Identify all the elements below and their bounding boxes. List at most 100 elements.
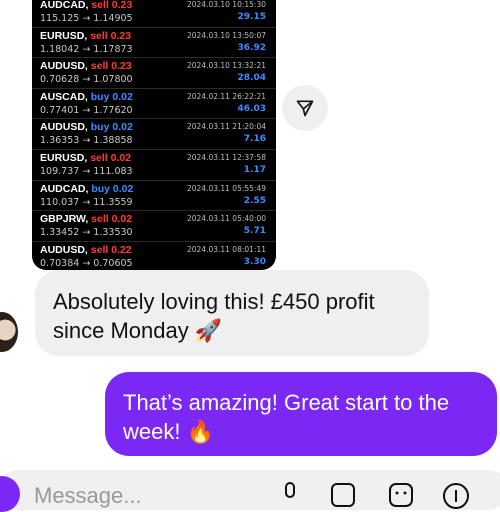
trade-prices: 110.037 → 11.3559 (40, 197, 133, 208)
close-price: 1.17873 (93, 43, 133, 55)
trade-action: sell 0.23 (91, 0, 133, 11)
trade-row: AUDCAD, buy 0.02 110.037 → 11.3559 2024.03… (32, 180, 276, 212)
arrow-icon: → (79, 257, 94, 269)
trade-prices: 109.737 → 111.083 (40, 166, 133, 177)
trade-prices: 0.77401 → 1.77620 (40, 105, 133, 116)
trade-action: sell 0.02 (90, 152, 132, 164)
close-price: 11.3559 (93, 196, 133, 208)
open-price: 1.36353 (40, 135, 80, 147)
trade-action: sell 0.23 (90, 29, 132, 42)
trade-timestamp: 2024.03.11 05:40:00 (186, 214, 266, 224)
trade-pair-symbol: AUDCAD (40, 0, 86, 11)
trade-pair: AUDCAD, sell 0.23 (40, 0, 132, 11)
arrow-icon: → (79, 13, 94, 24)
close-price: 0.70605 (93, 257, 133, 269)
trade-prices: 0.70384 → 0.70605 (40, 258, 133, 269)
open-price: 0.70628 (40, 74, 80, 86)
message-composer (0, 470, 500, 512)
trade-action: buy 0.02 (90, 90, 133, 103)
trade-timestamp: 2024.03.10 13:32:21 (186, 61, 266, 71)
outgoing-message-bubble[interactable]: That’s amazing! Great start to the week!… (105, 372, 497, 456)
close-price: 1.33530 (93, 227, 133, 239)
close-price: 1.14905 (93, 13, 133, 24)
trade-pair-symbol: EURUSD (40, 29, 85, 42)
sticker-icon[interactable] (388, 482, 414, 508)
share-button[interactable] (282, 85, 328, 131)
trade-row: EURUSD, sell 0.02 109.737 → 111.083 2024.0… (32, 149, 276, 181)
trade-pair: GBPJRW, sell 0.02 (40, 213, 132, 225)
trade-prices: 0.70628 → 1.07800 (40, 74, 133, 85)
trade-prices: 1.33452 → 1.33530 (40, 227, 133, 238)
trade-prices: 1.18042 → 1.17873 (40, 44, 133, 55)
trade-prices: 115.125 → 1.14905 (40, 13, 133, 24)
open-price: 0.70384 (40, 257, 80, 269)
close-price: 1.38858 (93, 135, 133, 147)
trade-pair: AUDUSD, buy 0.02 (40, 121, 133, 133)
arrow-icon: → (79, 104, 94, 116)
arrow-icon: → (79, 166, 94, 177)
message-input[interactable] (34, 484, 234, 508)
trade-pair: AUDUSD, sell 0.22 (40, 244, 132, 256)
open-price: 109.737 (40, 166, 80, 177)
close-price: 111.083 (93, 166, 133, 177)
trade-pair: AUDCAD, buy 0.02 (40, 183, 133, 195)
open-price: 0.77401 (40, 104, 80, 116)
trade-timestamp: 2024.03.11 08:01:11 (186, 244, 266, 254)
trade-row: EURUSD, sell 0.23 1.18042 → 1.17873 2024.0… (32, 27, 276, 59)
trade-pair-symbol: AUDUSD (40, 243, 85, 256)
add-circle-icon[interactable] (442, 482, 470, 510)
trade-profit: 2.55 (243, 195, 266, 206)
trade-row: AUDCAD, sell 0.23 115.125 → 1.14905 2024.0… (32, 0, 276, 28)
incoming-message-text: Absolutely loving this! £450 profit sinc… (53, 289, 375, 343)
trade-pair: AUDUSD, sell 0.23 (40, 60, 132, 72)
trade-timestamp: 2024.02.11 26:22:21 (186, 91, 266, 101)
trade-timestamp: 2024.03.11 12:37:58 (186, 153, 266, 162)
trade-profit: 29.15 (237, 12, 266, 22)
trade-pair-symbol: AUDUSD (40, 60, 85, 73)
arrow-icon: → (79, 135, 94, 147)
trade-row: GBPJRW, sell 0.02 1.33452 → 1.33530 2024.0… (32, 210, 276, 242)
mic-icon[interactable] (280, 482, 300, 506)
open-price: 1.18042 (40, 43, 80, 55)
trade-timestamp: 2024.03.11 21:20:04 (186, 122, 266, 132)
incoming-message-bubble[interactable]: Absolutely loving this! £450 profit sinc… (35, 270, 429, 356)
avatar[interactable] (0, 312, 18, 352)
trade-action: buy 0.02 (90, 121, 133, 134)
arrow-icon: → (79, 227, 94, 239)
trade-action: sell 0.02 (91, 213, 133, 226)
trade-row: AUSCAD, buy 0.02 0.77401 → 1.77620 2024.02… (32, 88, 276, 120)
trade-pair-symbol: EURUSD (40, 152, 85, 164)
trade-pair-symbol: GBPJRW (40, 213, 86, 226)
trade-timestamp: 2024.03.11 05:55:49 (186, 183, 266, 193)
trade-row: AUDUSD, buy 0.02 1.36353 → 1.38858 2024.03… (32, 118, 276, 150)
outgoing-message-text: That’s amazing! Great start to the week!… (123, 390, 450, 444)
trade-profit: 1.17 (243, 165, 266, 175)
trade-action: buy 0.02 (91, 182, 134, 195)
trade-prices: 1.36353 → 1.38858 (40, 135, 133, 146)
trade-row: AUDUSD, sell 0.23 0.70628 → 1.07800 2024.0… (32, 57, 276, 89)
trade-timestamp: 2024.03.10 10:15:30 (186, 0, 266, 9)
trade-profit: 3.30 (243, 256, 266, 267)
close-price: 1.77620 (93, 104, 133, 116)
send-icon (296, 100, 314, 117)
trade-profit: 5.71 (243, 226, 266, 237)
trade-pair-symbol: AUSCAD (40, 90, 85, 103)
trade-action: sell 0.22 (90, 243, 132, 256)
arrow-icon: → (79, 43, 94, 55)
trade-history-image[interactable]: AUDCAD, sell 0.23 115.125 → 1.14905 2024.0… (32, 0, 276, 270)
open-price: 115.125 (40, 13, 80, 24)
trade-pair: EURUSD, sell 0.23 (40, 30, 131, 42)
gallery-icon[interactable] (330, 482, 356, 508)
arrow-icon: → (79, 74, 94, 86)
trade-pair-symbol: AUDCAD (40, 182, 86, 195)
trade-profit: 7.16 (243, 134, 266, 145)
trade-profit: 28.04 (237, 73, 266, 84)
trade-pair: AUSCAD, buy 0.02 (40, 91, 133, 103)
close-price: 1.07800 (93, 74, 133, 86)
trade-pair: EURUSD, sell 0.02 (40, 152, 131, 164)
trade-action: sell 0.23 (90, 60, 132, 73)
open-price: 110.037 (40, 196, 80, 208)
trade-timestamp: 2024.03.10 13:50:07 (186, 30, 266, 40)
arrow-icon: → (79, 196, 94, 208)
trade-profit: 36.92 (237, 42, 266, 53)
